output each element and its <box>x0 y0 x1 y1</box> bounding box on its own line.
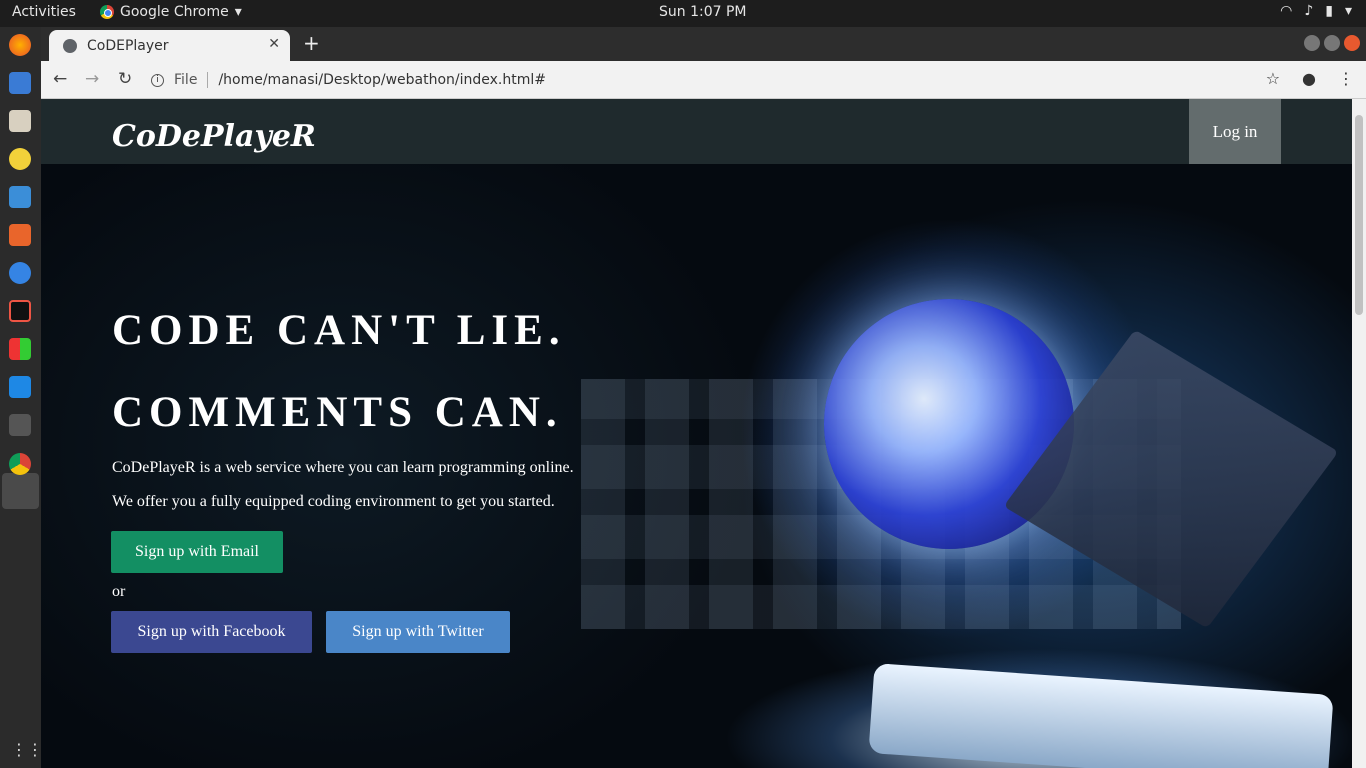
window-controls <box>1304 35 1360 51</box>
dock-active-indicator <box>2 473 39 509</box>
help-icon[interactable] <box>9 262 31 284</box>
back-button[interactable]: ← <box>53 69 67 89</box>
intro-paragraph-2: We offer you a fully equipped coding env… <box>112 493 555 510</box>
close-icon[interactable]: ✕ <box>268 36 280 52</box>
apps-icon[interactable] <box>9 338 31 360</box>
signup-twitter-button[interactable]: Sign up with Twitter <box>326 611 510 653</box>
intro-paragraph-1: CoDePlayeR is a web service where you ca… <box>112 459 574 476</box>
chrome-icon <box>100 5 114 19</box>
tablet-illustration <box>868 663 1334 768</box>
rhythmbox-icon[interactable] <box>9 148 31 170</box>
chevron-down-icon: ▾ <box>234 4 242 20</box>
info-icon[interactable]: i <box>151 73 164 87</box>
forward-button[interactable]: → <box>85 69 99 89</box>
page-scrollbar[interactable] <box>1352 99 1366 768</box>
site-logo[interactable]: CoDePlayeR <box>112 119 316 154</box>
signup-email-button[interactable]: Sign up with Email <box>111 531 283 573</box>
login-button[interactable]: Log in <box>1189 99 1281 164</box>
url-text[interactable]: /home/manasi/Desktop/webathon/index.html… <box>218 72 546 88</box>
clock[interactable]: Sun 1:07 PM <box>659 4 747 20</box>
app-name-label: Google Chrome <box>120 4 229 20</box>
scrollbar-thumb[interactable] <box>1355 115 1363 315</box>
new-tab-button[interactable]: + <box>303 31 320 55</box>
intellij-icon[interactable] <box>9 300 31 322</box>
system-top-bar: Activities Google Chrome ▾ Sun 1:07 PM ◠… <box>0 0 1366 27</box>
url-scheme: File <box>174 72 209 88</box>
libreoffice-writer-icon[interactable] <box>9 186 31 208</box>
software-center-icon[interactable] <box>9 224 31 246</box>
chrome-icon[interactable] <box>9 453 31 475</box>
activities-button[interactable]: Activities <box>12 4 76 20</box>
signup-facebook-button[interactable]: Sign up with Facebook <box>111 611 312 653</box>
minimize-button[interactable] <box>1304 35 1320 51</box>
tab-title: CoDEPlayer <box>87 37 169 54</box>
reload-button[interactable]: ↻ <box>118 69 132 89</box>
headline-line-2: COMMENTS CAN. <box>112 389 563 436</box>
video-editor-icon[interactable] <box>9 414 31 436</box>
battery-icon[interactable]: ▮ <box>1325 3 1333 19</box>
vscode-icon[interactable] <box>9 376 31 398</box>
or-text: or <box>112 583 126 600</box>
maximize-button[interactable] <box>1324 35 1340 51</box>
wifi-icon[interactable]: ◠ <box>1280 3 1292 19</box>
page-viewport: CoDePlayeR Log in CODE CAN'T LIE. COMMEN… <box>41 99 1352 768</box>
menu-icon[interactable]: ⋮ <box>1338 69 1354 88</box>
bookmark-star-icon[interactable]: ☆ <box>1266 69 1280 88</box>
firefox-icon[interactable] <box>9 34 31 56</box>
app-menu[interactable]: Google Chrome ▾ <box>100 4 242 20</box>
browser-tab-strip: CoDEPlayer ✕ + <box>41 27 1366 61</box>
globe-icon <box>63 38 77 53</box>
thunderbird-icon[interactable] <box>9 72 31 94</box>
profile-icon[interactable]: ● <box>1302 69 1316 88</box>
volume-icon[interactable]: ♪ <box>1304 3 1313 19</box>
address-bar[interactable]: i File /home/manasi/Desktop/webathon/ind… <box>151 66 1251 94</box>
site-navbar: CoDePlayeR Log in <box>41 99 1352 164</box>
close-window-button[interactable] <box>1344 35 1360 51</box>
files-icon[interactable] <box>9 110 31 132</box>
browser-tab[interactable]: CoDEPlayer ✕ <box>49 30 290 61</box>
system-tray[interactable]: ◠ ♪ ▮ ▾ <box>1280 3 1352 19</box>
headline-line-1: CODE CAN'T LIE. <box>112 307 566 354</box>
browser-toolbar: ← → ↻ i File /home/manasi/Desktop/webath… <box>41 61 1366 99</box>
dock: ⋮⋮⋮ <box>0 27 59 768</box>
chevron-down-icon[interactable]: ▾ <box>1345 3 1352 19</box>
